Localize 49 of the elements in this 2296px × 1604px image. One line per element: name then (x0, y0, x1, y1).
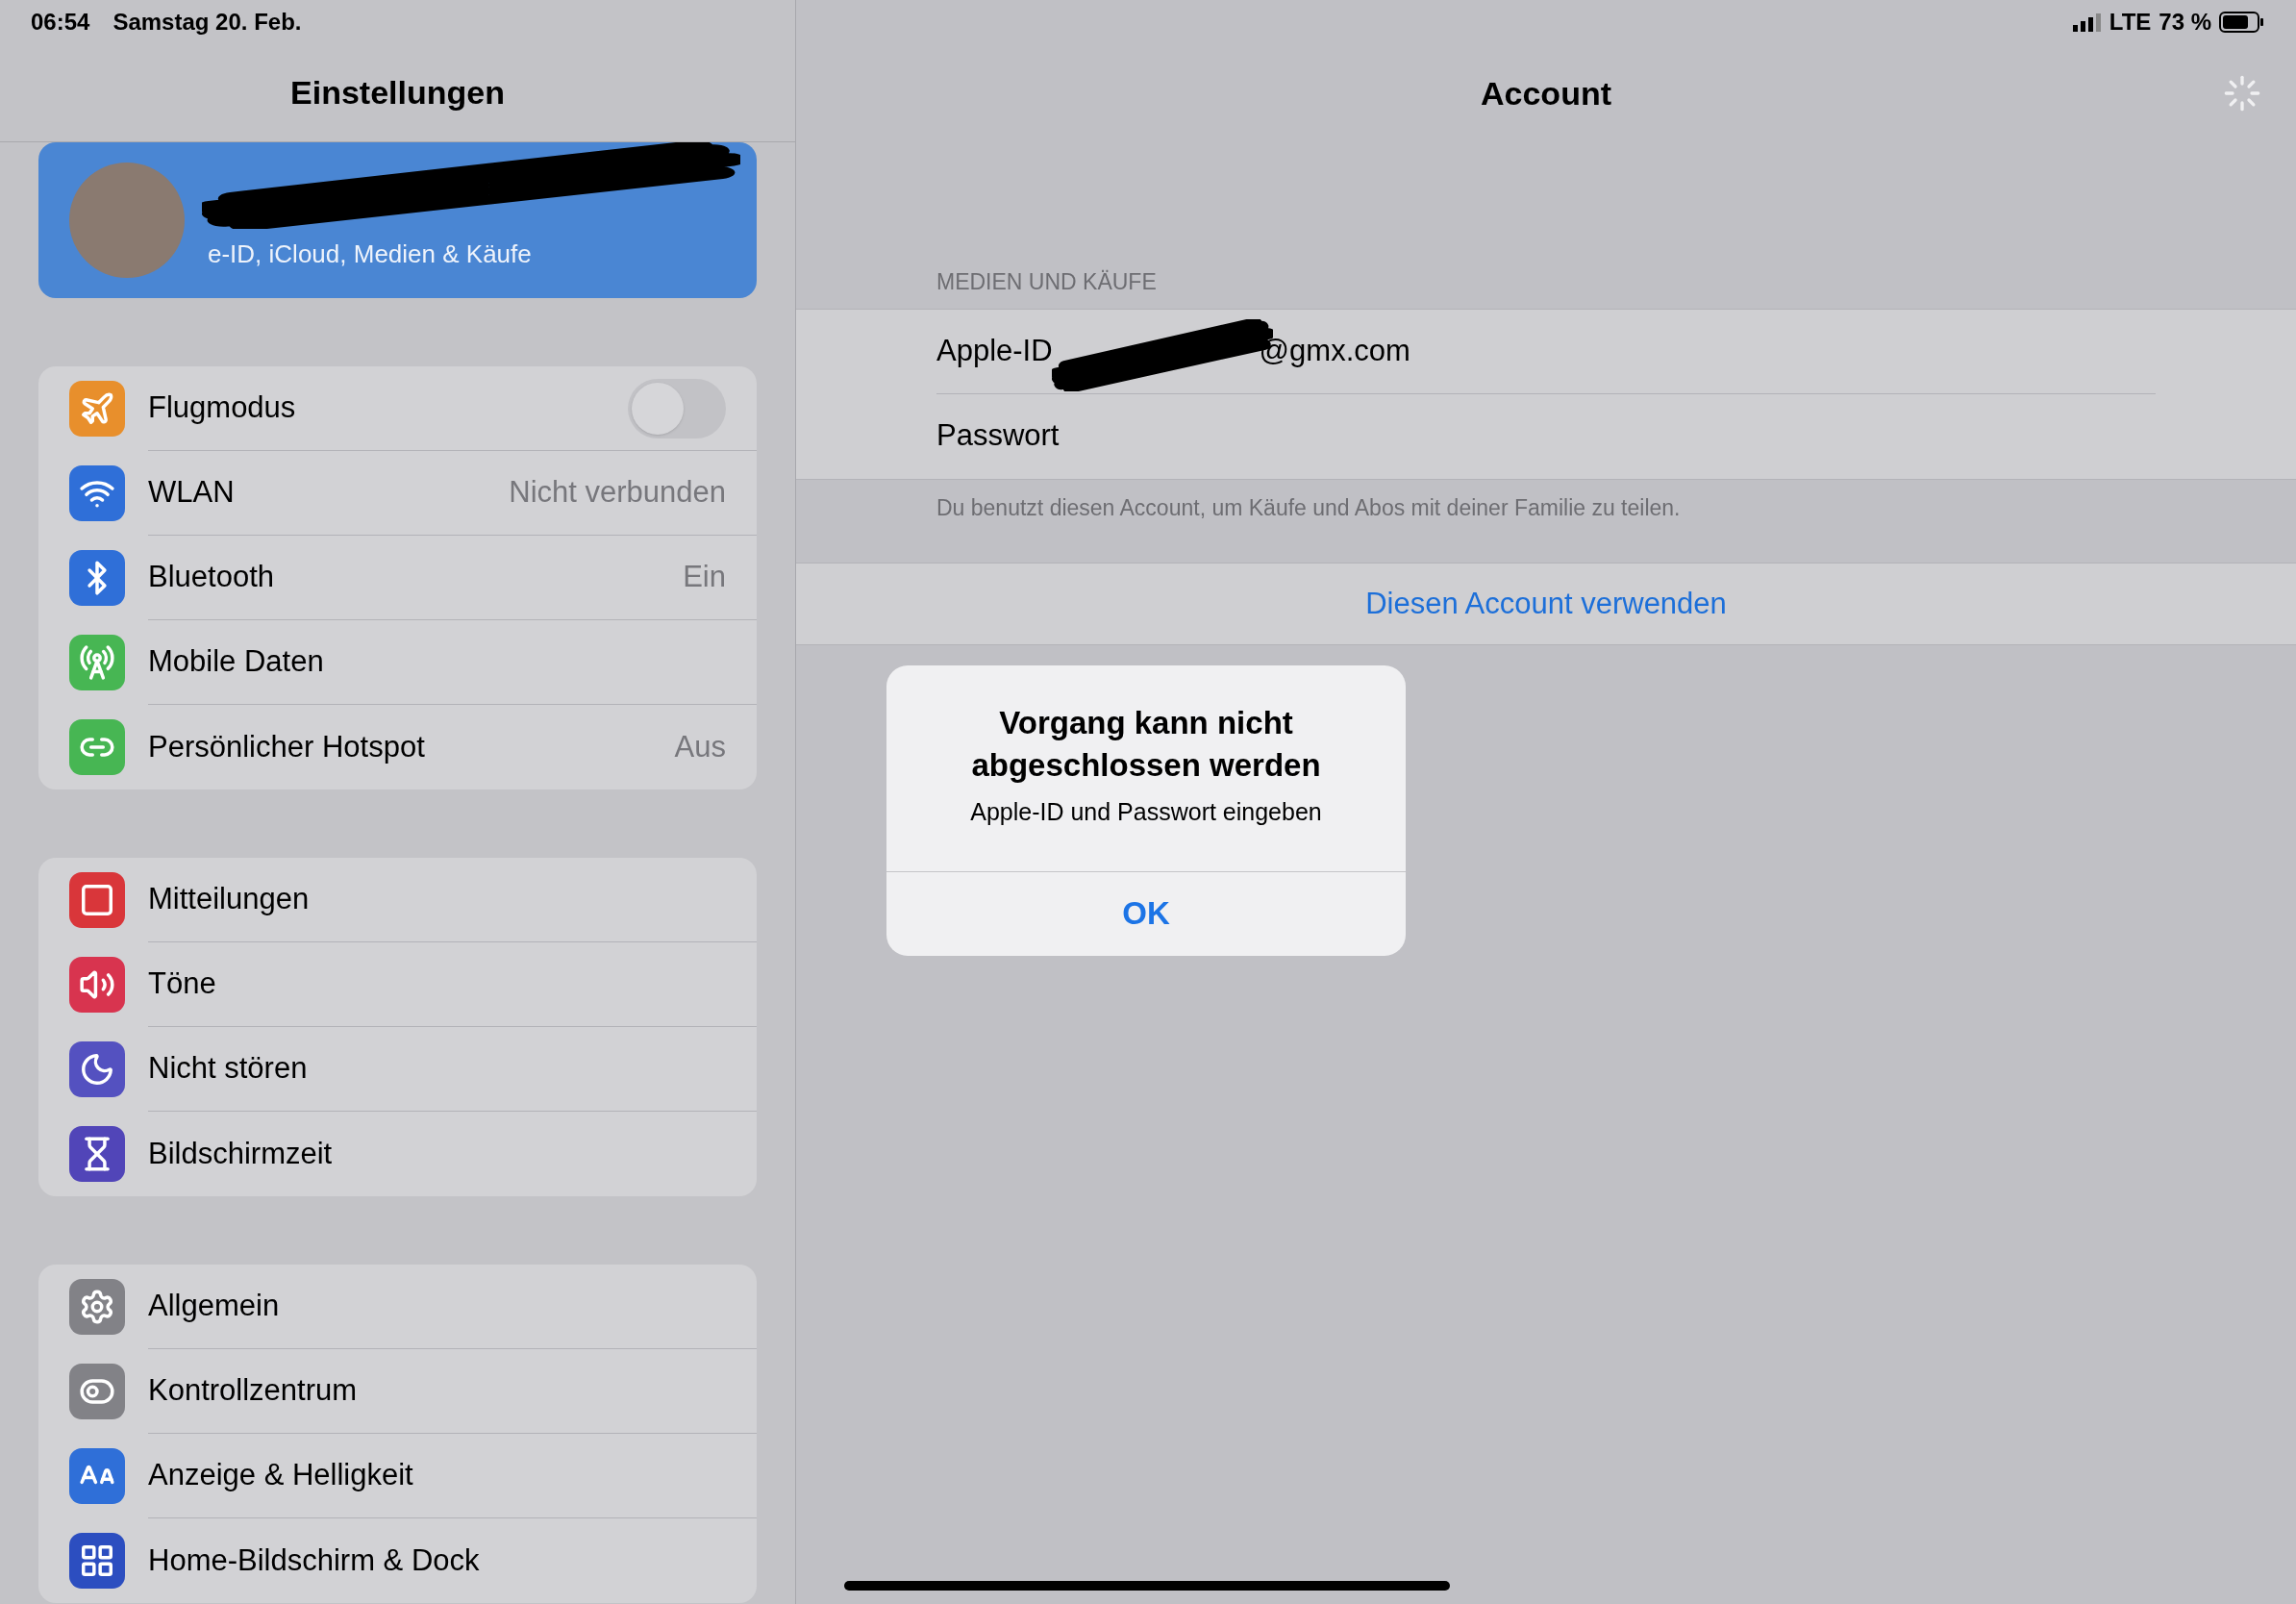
settings-row[interactable]: Flugmodus (38, 366, 757, 451)
settings-row[interactable]: Home-Bildschirm & Dock (38, 1518, 757, 1603)
battery-icon (2219, 11, 2265, 34)
settings-row[interactable]: WLAN Nicht verbunden (38, 451, 757, 536)
settings-row[interactable]: Mobile Daten (38, 620, 757, 705)
detail-title: Account (1481, 73, 1611, 113)
signal-icon (2072, 13, 2102, 32)
account-row[interactable]: Passwort (936, 393, 2156, 479)
account-row[interactable]: Apple-ID @gmx.com (936, 309, 2156, 394)
row-label: Kontrollzentrum (148, 1372, 359, 1410)
row-label: Allgemein (148, 1288, 281, 1325)
row-label: Mitteilungen (148, 881, 311, 918)
row-value: Nicht verbunden (509, 474, 726, 512)
settings-row[interactable]: Töne (38, 942, 757, 1027)
account-row-label: Passwort (936, 417, 1060, 455)
alert-ok-button[interactable]: OK (886, 870, 1406, 956)
battery-percent: 73 % (2159, 8, 2211, 37)
section-header: MEDIEN UND KÄUFE (936, 268, 1158, 296)
network-label: LTE (2109, 8, 2152, 37)
alert-title: Vorgang kann nicht abgeschlossen werden (970, 704, 1322, 785)
settings-row[interactable]: Mitteilungen (38, 858, 757, 942)
settings-row[interactable]: Kontrollzentrum (38, 1349, 757, 1434)
row-label: Nicht stören (148, 1050, 309, 1088)
settings-row[interactable]: Persönlicher Hotspot Aus (38, 705, 757, 789)
settings-row[interactable]: Allgemein (38, 1265, 757, 1349)
row-value: Ein (683, 559, 726, 596)
loading-spinner-icon (2223, 74, 2261, 113)
alert-message: Apple-ID und Passwort eingeben (970, 797, 1322, 827)
account-footer: Du benutzt diesen Account, um Käufe und Abos mit deiner Familie zu teilen. (936, 490, 2296, 524)
settings-row[interactable]: Bildschirmzeit (38, 1112, 757, 1196)
settings-row[interactable]: Bluetooth Ein (38, 536, 757, 620)
account-row-label: Apple-ID (936, 332, 1053, 369)
row-label: Mobile Daten (148, 643, 325, 681)
row-label: Home-Bildschirm & Dock (148, 1541, 481, 1579)
account-row-value: @gmx.com (1259, 332, 1410, 369)
row-value: Aus (674, 728, 726, 765)
sidebar-title: Einstellungen (290, 73, 505, 113)
row-label: Bluetooth (148, 559, 275, 596)
row-label: WLAN (148, 474, 236, 512)
row-label: Bildschirmzeit (148, 1135, 334, 1172)
settings-row[interactable]: Nicht stören (38, 1027, 757, 1112)
status-date: Samstag 20. Feb. (112, 8, 302, 37)
profile-subtitle: e-ID, iCloud, Medien & Käufe (208, 238, 532, 270)
row-label: Persönlicher Hotspot (148, 728, 426, 765)
settings-row[interactable]: Anzeige & Helligkeit (38, 1434, 757, 1518)
row-label: Töne (148, 965, 217, 1003)
row-label: Anzeige & Helligkeit (148, 1457, 414, 1494)
status-time: 06:54 (31, 8, 90, 37)
row-label: Flugmodus (148, 389, 297, 427)
